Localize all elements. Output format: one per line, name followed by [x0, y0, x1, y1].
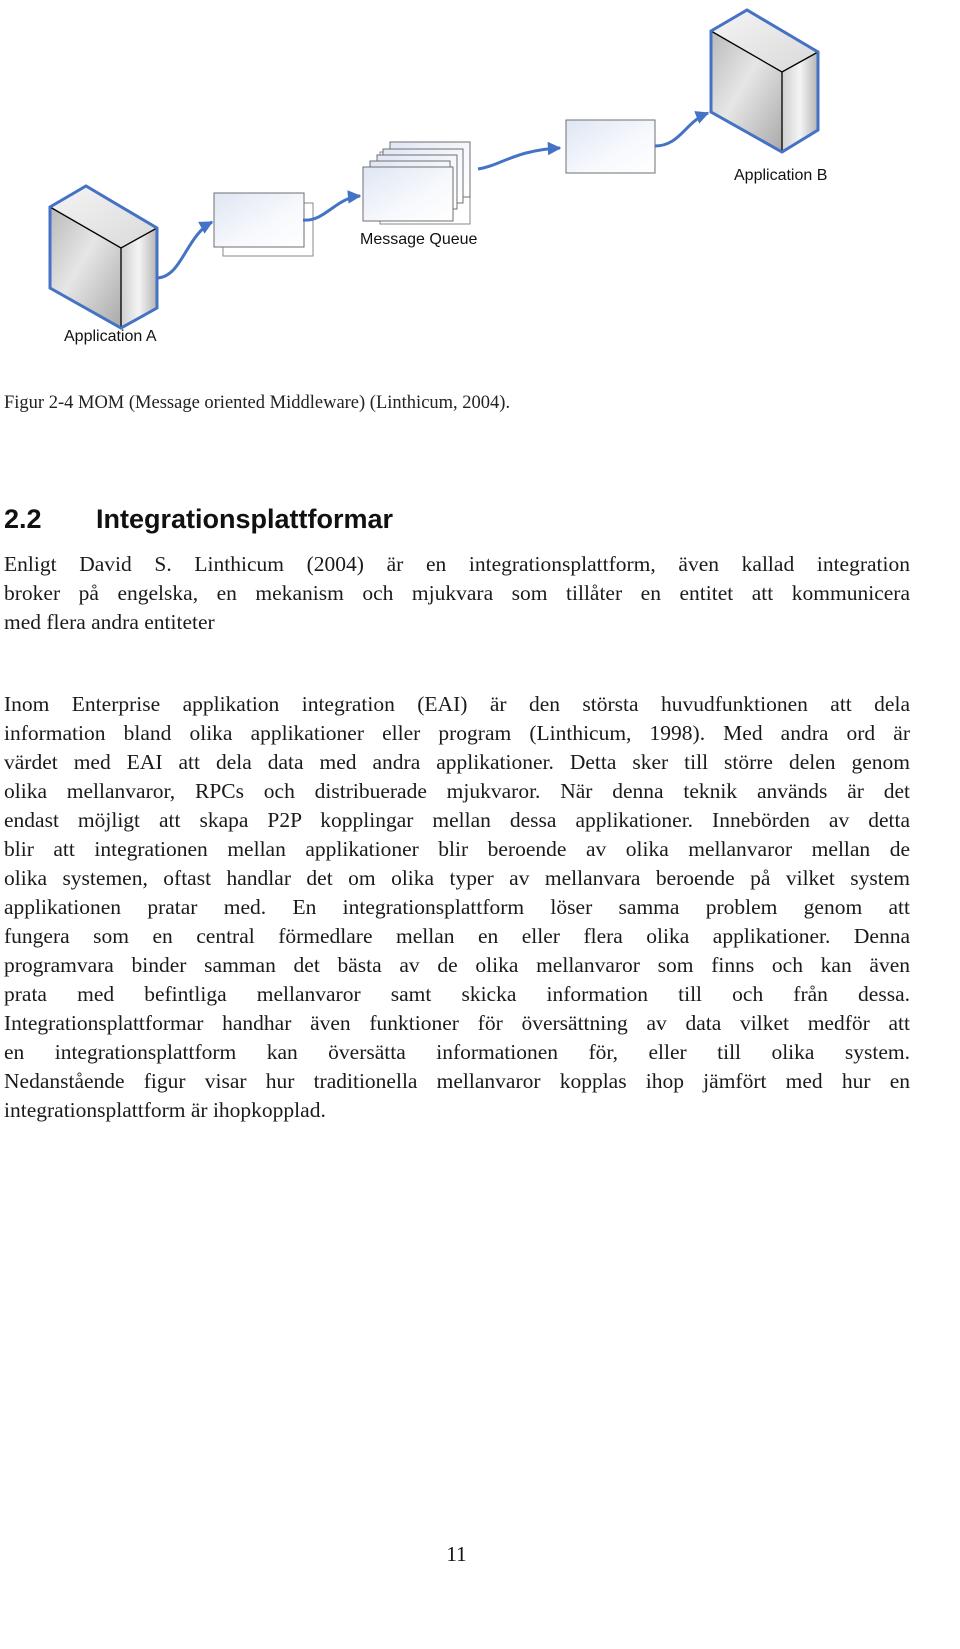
text-line: information bland olika applikationer el…: [4, 721, 910, 745]
arrow-message-to-b: [654, 111, 710, 148]
text-line: programvara binder samman det bästa av d…: [4, 953, 910, 977]
text-line: värdet med EAI att dela data med andra a…: [4, 750, 910, 774]
text-line: integrationsplattform är ihopkopplad.: [4, 1098, 326, 1122]
section-number: 2.2: [4, 504, 42, 534]
application-b-server-icon: [709, 8, 820, 154]
text-line: med flera andra entiteter: [4, 610, 215, 634]
text-line: Inom Enterprise applikation integration …: [4, 692, 910, 716]
incoming-message-icon: [565, 119, 656, 174]
text-line: blir att integrationen mellan applikatio…: [4, 837, 910, 861]
paragraph-intro: Enligt David S. Linthicum (2004) är en i…: [4, 550, 910, 637]
text-line: endast möjligt att skapa P2P kopplingar …: [4, 808, 910, 832]
mom-diagram: Application A Message Queue Application …: [48, 8, 827, 345]
text-line: olika systemen, oftast handlar det om ol…: [4, 866, 910, 890]
figure-caption: Figur 2-4 MOM (Message oriented Middlewa…: [4, 393, 511, 413]
text-line: olika mellanvaror, RPCs och distribuerad…: [4, 779, 910, 803]
application-a-server-icon: [48, 184, 159, 330]
section-heading: 2.2 Integrationsplattformar: [4, 504, 393, 535]
page-number: 11: [446, 1542, 467, 1566]
arrow-queue-to-message: [477, 141, 562, 171]
text-line: fungera som en central förmedlare mellan…: [4, 924, 910, 948]
application-b-label: Application B: [734, 167, 827, 184]
section-title: Integrationsplattformar: [96, 504, 394, 534]
paragraph-eai: Inom Enterprise applikation integration …: [4, 690, 910, 1125]
text-line: prata med befintliga mellanvaror samt sk…: [4, 982, 910, 1006]
message-queue-label: Message Queue: [360, 231, 478, 248]
text-line: broker på engelska, en mekanism och mjuk…: [4, 581, 910, 605]
message-queue-stack-icon: [362, 141, 471, 225]
text-line: en integrationsplattform kan översätta i…: [4, 1040, 910, 1064]
text-line: applikationen pratar med. En integration…: [4, 895, 910, 919]
outgoing-message-icon: [213, 192, 314, 257]
text-line: Nedanstående figur visar hur traditionel…: [4, 1069, 910, 1093]
application-a-label: Application A: [64, 328, 157, 345]
text-line: Enligt David S. Linthicum (2004) är en i…: [4, 552, 910, 576]
arrow-a-to-message: [157, 220, 214, 280]
text-line: Integrationsplattformar handhar även fun…: [4, 1011, 910, 1035]
